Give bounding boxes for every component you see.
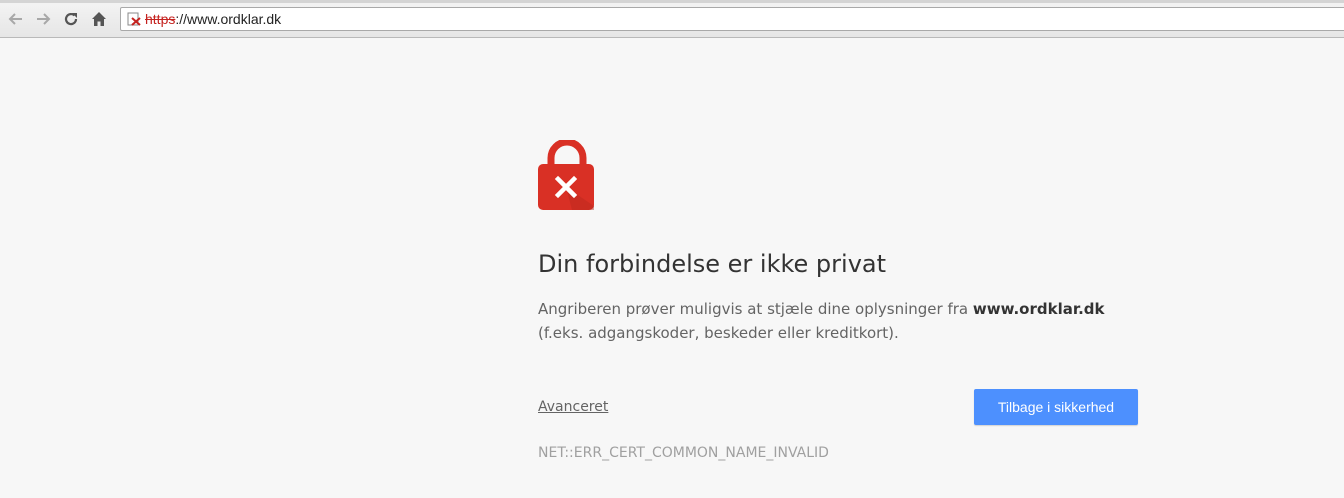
browser-toolbar: https://www.ordklar.dk: [0, 0, 1344, 38]
tab-strip-edge: [0, 0, 1344, 3]
advanced-link[interactable]: Avanceret: [538, 399, 608, 415]
back-to-safety-button[interactable]: Tilbage i sikkerhed: [974, 389, 1138, 425]
arrow-right-icon: [37, 13, 51, 25]
home-button[interactable]: [88, 8, 110, 30]
url-scheme: https: [145, 11, 176, 27]
red-lock-x-icon: [538, 140, 594, 210]
explanation-text: Angriberen prøver muligvis at stjæle din…: [538, 297, 1138, 345]
insecure-lock-icon[interactable]: [126, 11, 142, 27]
reload-icon: [64, 12, 78, 26]
page-title: Din forbindelse er ikke privat: [538, 250, 887, 278]
reload-button[interactable]: [60, 8, 82, 30]
url-host: ://www.ordklar.dk: [175, 11, 282, 27]
forward-button[interactable]: [32, 8, 54, 30]
message-part-1: Angriberen prøver muligvis at stjæle din…: [538, 300, 973, 318]
error-code: NET::ERR_CERT_COMMON_NAME_INVALID: [538, 445, 829, 461]
message-host: www.ordklar.dk: [972, 300, 1105, 318]
url-text[interactable]: https://www.ordklar.dk: [145, 11, 281, 27]
back-button[interactable]: [5, 8, 27, 30]
message-part-2: (f.eks. adgangskoder, beskeder eller kre…: [538, 324, 899, 342]
address-bar[interactable]: https://www.ordklar.dk: [120, 7, 1344, 31]
home-icon: [92, 12, 106, 26]
arrow-left-icon: [8, 13, 22, 25]
